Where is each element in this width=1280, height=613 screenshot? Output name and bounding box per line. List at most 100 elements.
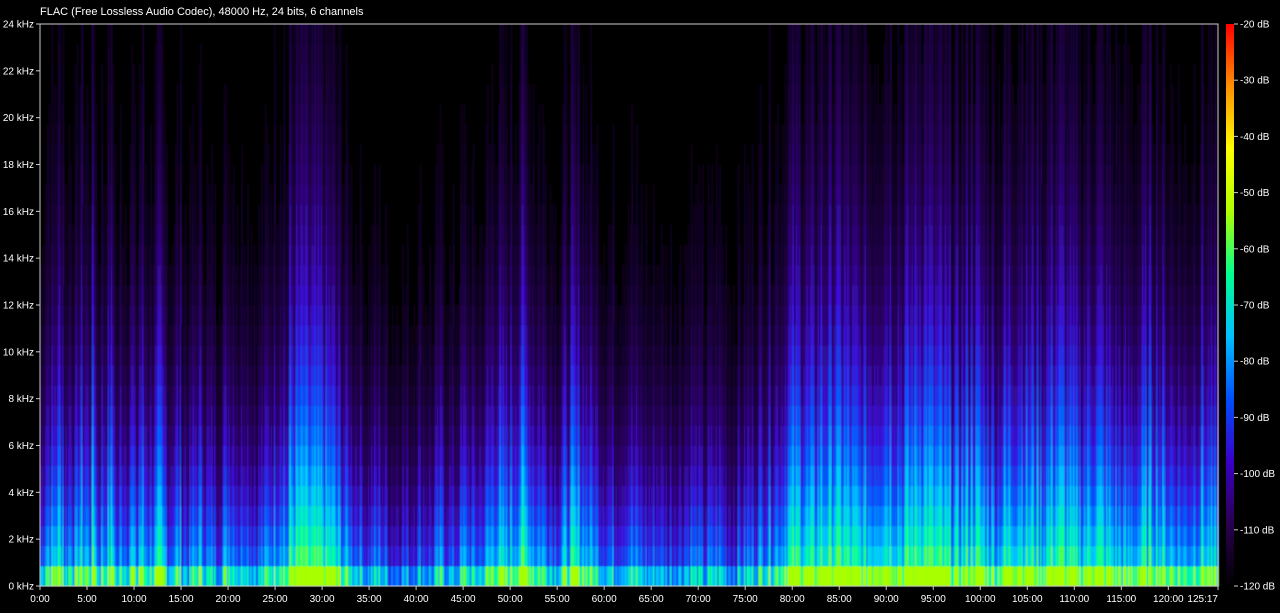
spectrogram-cell	[215, 325, 218, 346]
spectrogram-cell	[236, 204, 239, 226]
spectrogram-cell	[95, 144, 98, 165]
spectrogram-cell	[339, 44, 342, 65]
spectrogram-cell	[93, 64, 96, 85]
spectrogram-cell	[359, 184, 362, 206]
spectrogram-cell	[333, 24, 336, 45]
spectrogram-cell	[107, 144, 110, 165]
spectrogram-cell	[373, 204, 376, 226]
spectrogram-cell	[350, 184, 353, 206]
spectrogram-cell	[101, 144, 104, 165]
spectrogram-cell	[402, 284, 405, 306]
spectrogram-cell	[228, 144, 231, 165]
spectrogram-cell	[96, 224, 99, 246]
spectrogram-cell	[124, 264, 127, 286]
spectrogram-cell	[211, 144, 214, 165]
spectrogram-cell	[179, 104, 183, 125]
spectrogram-cell	[48, 184, 51, 206]
spectrogram-cell	[378, 284, 381, 306]
spectrogram-cell	[253, 244, 256, 266]
spectrogram-cell	[413, 305, 416, 326]
spectrogram-cell	[273, 24, 277, 45]
spectrogram-cell	[386, 305, 389, 326]
spectrogram-cell	[81, 144, 84, 165]
spectrogram-cell	[62, 124, 65, 145]
spectrogram-cell	[179, 84, 183, 105]
spectrogram-cell	[119, 204, 123, 226]
spectrogram-cell	[201, 224, 204, 246]
spectrogram-cell	[41, 264, 44, 286]
spectrogram-cell	[199, 184, 203, 206]
spectrogram-cell	[232, 204, 235, 226]
spectrogram-cell	[101, 84, 104, 105]
spectrogram-cell	[199, 144, 203, 165]
spectrogram-cell	[69, 204, 73, 226]
spectrogram-cell	[339, 164, 342, 185]
spectrogram-cell	[192, 164, 195, 185]
spectrogram-cell	[165, 204, 168, 226]
spectrogram-cell	[283, 84, 286, 105]
spectrogram-cell	[354, 224, 358, 246]
spectrogram-cell	[225, 244, 228, 266]
spectrogram-cell	[201, 264, 204, 286]
spectrogram-cell	[225, 224, 228, 246]
spectrogram-cell	[350, 164, 353, 185]
spectrogram-cell	[176, 124, 179, 145]
spectrogram-cell	[104, 204, 107, 226]
spectrogram-cell	[225, 84, 228, 105]
spectrogram-cell	[350, 224, 353, 246]
spectrogram-cell	[270, 224, 273, 246]
spectrogram-cell	[114, 144, 117, 165]
spectrogram-cell	[164, 104, 167, 125]
spectrogram-cell	[134, 144, 137, 165]
spectrogram-cell	[211, 224, 214, 246]
spectrogram-cell	[386, 264, 389, 286]
spectrogram-cell	[107, 84, 110, 105]
spectrogram-cell	[208, 184, 211, 206]
spectrogram-cell	[179, 264, 183, 286]
spectrogram-cell	[339, 64, 342, 85]
spectrogram-cell	[48, 104, 51, 125]
spectrogram-cell	[195, 204, 198, 226]
spectrogram-cell	[98, 264, 101, 286]
spectrogram-cell	[213, 264, 217, 286]
spectrogram-cell	[62, 264, 65, 286]
spectrogram-cell	[273, 144, 277, 165]
spectrogram-cell	[375, 264, 378, 286]
spectrogram-cell	[179, 184, 183, 206]
spectrogram-cell	[419, 164, 422, 185]
spectrogram-cell	[161, 44, 164, 65]
spectrogram-cell	[184, 224, 187, 246]
spectrogram-cell	[176, 104, 179, 125]
spectrogram-cell	[51, 84, 54, 105]
spectrogram-cell	[58, 64, 61, 85]
spectrogram-cell	[149, 204, 153, 226]
spectrogram-cell	[378, 184, 381, 206]
spectrogram-cell	[41, 284, 44, 306]
spectrogram-cell	[370, 244, 374, 266]
spectrogram-cell	[134, 224, 137, 246]
spectrogram-cell	[149, 144, 153, 165]
spectrogram-cell	[124, 204, 127, 226]
spectrogram-cell	[225, 164, 228, 185]
spectrogram-cell	[101, 64, 104, 85]
spectrogram-cell	[322, 64, 325, 85]
spectrogram-cell	[138, 64, 141, 85]
spectrogram-cell	[81, 104, 84, 125]
spectrogram-cell	[71, 264, 74, 286]
spectrogram-cell	[267, 204, 270, 226]
spectrogram-cell	[165, 305, 168, 326]
spectrogram-cell	[232, 164, 235, 185]
spectrogram-cell	[279, 184, 282, 206]
spectrogram-cell	[339, 204, 342, 226]
spectrogram-cell	[62, 64, 65, 85]
spectrogram-cell	[87, 104, 90, 125]
spectrogram-cell	[199, 44, 203, 65]
spectrogram-cell	[76, 64, 79, 85]
spectrogram-cell	[339, 24, 342, 45]
spectrogram-cell	[93, 44, 96, 65]
spectrogram-cell	[189, 144, 192, 165]
spectrogram-cell	[386, 345, 389, 366]
spectrogram-cell	[260, 184, 264, 206]
spectrogram-cell	[110, 24, 113, 45]
spectrogram-cell	[81, 184, 84, 206]
